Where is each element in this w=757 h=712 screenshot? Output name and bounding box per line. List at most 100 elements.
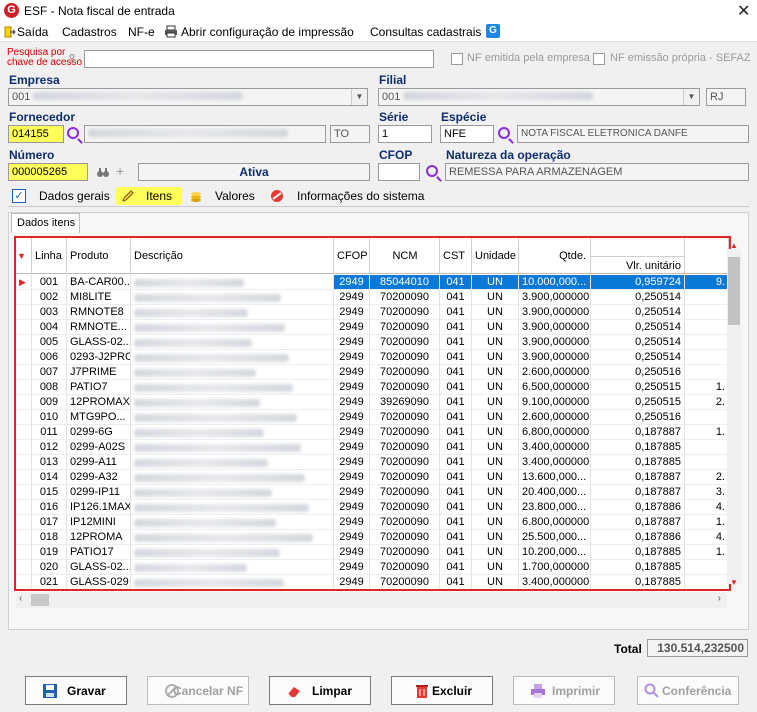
fornecedor-label: Fornecedor	[9, 110, 76, 124]
search-input[interactable]	[84, 50, 434, 68]
table-row[interactable]: 008 PATIO7 2949 70200090 041 UN 6.500,000000 0,…	[16, 380, 729, 395]
exit-icon	[4, 26, 16, 38]
cell-cst: 041	[440, 365, 472, 380]
table-row[interactable]: 021 GLASS-029 2949 70200090 041 UN 3.400,00000…	[16, 575, 729, 589]
menu-consultas[interactable]: Consultas cadastrais	[370, 25, 481, 39]
menu-nfe[interactable]: NF-e	[128, 25, 155, 39]
filial-select[interactable]: 001 ▼	[378, 88, 700, 106]
hscroll-thumb[interactable]	[31, 594, 49, 606]
cell-produto: PATIO7	[67, 380, 131, 395]
col-cfop[interactable]: CFOP	[334, 238, 370, 274]
limpar-button[interactable]: Limpar	[269, 676, 371, 705]
col-linha[interactable]: Linha	[32, 238, 67, 274]
menu-abrir-configuracao[interactable]: Abrir configuração de impressão	[181, 25, 354, 39]
table-row[interactable]: 018 12PROMA 2949 70200090 041 UN 25.500,000...…	[16, 530, 729, 545]
table-row[interactable]: 016 IP126.1MAX 2949 70200090 041 UN 23.800,000…	[16, 500, 729, 515]
table-row[interactable]: 005 GLASS-02... 2949 70200090 041 UN 3.900,000…	[16, 335, 729, 350]
table-row[interactable]: 002 MI8LITE 2949 70200090 041 UN 3.900,000000 0…	[16, 290, 729, 305]
tab-dados-gerais[interactable]: Dados gerais	[39, 187, 110, 205]
col-qtde[interactable]: Qtde.	[519, 238, 591, 274]
cell-linha: 004	[32, 320, 67, 335]
especie-code-input[interactable]: NFE	[440, 125, 494, 143]
numero-input[interactable]: 000005265	[8, 163, 88, 181]
cell-descricao	[131, 305, 334, 320]
vertical-scrollbar[interactable]	[727, 249, 741, 584]
trash-icon	[414, 683, 430, 699]
gravar-button[interactable]: Gravar	[25, 676, 127, 705]
serie-input[interactable]: 1	[378, 125, 432, 143]
scroll-left-icon[interactable]: ‹	[19, 593, 22, 604]
cfop-input[interactable]	[378, 163, 420, 181]
cell-ncm: 70200090	[370, 575, 440, 589]
table-row[interactable]: 010 MTG9PO... 2949 70200090 041 UN 2.600,00000…	[16, 410, 729, 425]
cell-descricao	[131, 335, 334, 350]
g-app-icon[interactable]: G	[486, 24, 500, 38]
cell-produto: GLASS-02...	[67, 560, 131, 575]
imprimir-button[interactable]: Imprimir	[513, 676, 615, 705]
cancelar-nf-button[interactable]: Cancelar NF	[147, 676, 249, 705]
items-grid[interactable]: ▼ Linha Produto Descrição CFOP NCM CST U…	[14, 236, 731, 591]
scroll-thumb[interactable]	[728, 257, 740, 325]
scroll-down-icon[interactable]: ▼	[730, 578, 738, 587]
table-row[interactable]: 012 0299-A02S 2949 70200090 041 UN 3.400,00000…	[16, 440, 729, 455]
cfop-search-icon[interactable]	[426, 165, 438, 177]
table-row[interactable]: 020 GLASS-02... 2949 70200090 041 UN 1.700,000…	[16, 560, 729, 575]
col-vlr-unitario[interactable]: Vlr. unitário	[591, 256, 684, 274]
cell-un: UN	[472, 335, 519, 350]
conferencia-button[interactable]: Conferência	[637, 676, 739, 705]
table-row[interactable]: 006 0293-J2PRO 2949 70200090 041 UN 3.900,0000…	[16, 350, 729, 365]
table-row[interactable]: 011 0299-6G 2949 70200090 041 UN 6.800,000000 0…	[16, 425, 729, 440]
table-row[interactable]: 014 0299-A32 2949 70200090 041 UN 13.600,000..…	[16, 470, 729, 485]
plus-icon[interactable]: +	[116, 163, 124, 179]
cell-produto: 0299-6G	[67, 425, 131, 440]
col-produto[interactable]: Produto	[67, 238, 131, 274]
cell-linha: 008	[32, 380, 67, 395]
nf-propria-checkbox[interactable]	[593, 53, 605, 65]
cell-produto: GLASS-029	[67, 575, 131, 589]
table-row[interactable]: 009 12PROMAX 2949 39269090 041 UN 9.100,000000…	[16, 395, 729, 410]
subtab-dados-itens[interactable]: Dados itens	[11, 213, 80, 233]
table-row[interactable]: 004 RMNOTE... 2949 70200090 041 UN 3.900,00000…	[16, 320, 729, 335]
col-unidade[interactable]: Unidade	[472, 238, 519, 274]
table-row[interactable]: 013 0299-A11 2949 70200090 041 UN 3.400,000000…	[16, 455, 729, 470]
empresa-select[interactable]: 001 ▼	[8, 88, 368, 106]
cell-qtde: 13.600,000...	[519, 470, 591, 485]
cell-descricao	[131, 410, 334, 425]
natureza-label: Natureza da operação	[446, 148, 571, 162]
nf-emitida-checkbox[interactable]	[451, 53, 463, 65]
horizontal-scrollbar[interactable]: ‹ ›	[16, 592, 727, 608]
col-cst[interactable]: CST	[440, 238, 472, 274]
tab-valores[interactable]: Valores	[215, 187, 255, 205]
row-indicator	[16, 470, 32, 485]
excluir-button[interactable]: Excluir	[391, 676, 493, 705]
cell-extra: 4.	[685, 530, 729, 545]
menu-cadastros[interactable]: Cadastros	[62, 25, 117, 39]
status-badge: Ativa	[138, 163, 370, 181]
especie-label: Espécie	[441, 110, 487, 124]
col-ncm[interactable]: NCM	[370, 238, 440, 274]
chevron-down-icon: ▼	[351, 89, 367, 105]
tab-informacoes[interactable]: Informações do sistema	[297, 187, 424, 205]
cell-extra: 1.	[685, 545, 729, 560]
table-row[interactable]: 017 IP12MINI 2949 70200090 041 UN 6.800,000000…	[16, 515, 729, 530]
cell-extra	[685, 560, 729, 575]
menu-saida[interactable]: Saída	[17, 25, 48, 39]
table-row[interactable]: ▶ 001 BA-CAR00... 2949 85044010 041 UN 10.000,0…	[16, 275, 729, 290]
table-row[interactable]: 015 0299-IP11 2949 70200090 041 UN 20.400,000.…	[16, 485, 729, 500]
col-descricao[interactable]: Descrição	[131, 238, 334, 274]
cell-un: UN	[472, 515, 519, 530]
binoculars-icon[interactable]	[97, 166, 109, 178]
especie-search-icon[interactable]	[498, 127, 510, 139]
cell-ncm: 70200090	[370, 440, 440, 455]
cell-qtde: 25.500,000...	[519, 530, 591, 545]
cell-produto: 0299-A11	[67, 455, 131, 470]
tab-itens[interactable]: Itens	[146, 187, 172, 205]
table-row[interactable]: 007 J7PRIME 2949 70200090 041 UN 2.600,000000 0…	[16, 365, 729, 380]
fornecedor-code-input[interactable]: 014155	[8, 125, 64, 143]
table-row[interactable]: 003 RMNOTE8 2949 70200090 041 UN 3.900,000000 0…	[16, 305, 729, 320]
scroll-right-icon[interactable]: ›	[718, 593, 721, 604]
close-icon[interactable]: ✕	[737, 1, 750, 21]
fornecedor-search-icon[interactable]	[67, 127, 79, 139]
table-row[interactable]: 019 PATIO17 2949 70200090 041 UN 10.200,000...…	[16, 545, 729, 560]
cell-descricao	[131, 560, 334, 575]
